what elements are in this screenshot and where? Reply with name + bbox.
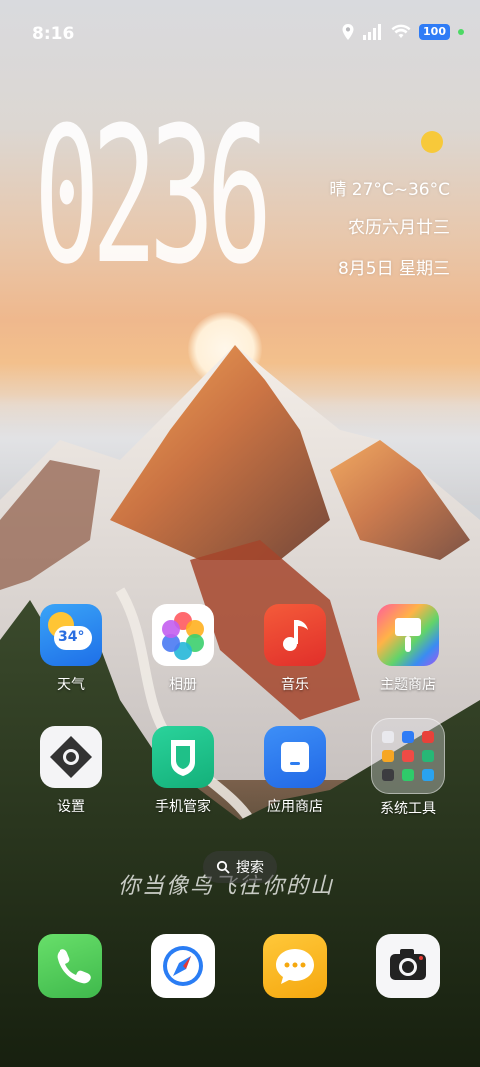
weather-condition-temp[interactable]: 晴 27°C~36°C bbox=[329, 175, 450, 200]
wifi-icon bbox=[391, 24, 411, 38]
dock-browser[interactable] bbox=[138, 934, 228, 998]
app-folder-system-tools[interactable]: 系统工具 bbox=[363, 718, 453, 818]
app-theme-store[interactable]: 主题商店 bbox=[363, 604, 453, 694]
status-time: 8:16 bbox=[32, 24, 75, 44]
app-label: 相册 bbox=[169, 677, 197, 693]
app-label: 应用商店 bbox=[267, 799, 323, 815]
app-store-icon bbox=[264, 726, 326, 788]
weather-icon: 34° bbox=[40, 604, 102, 666]
music-icon bbox=[264, 604, 326, 666]
settings-icon bbox=[40, 726, 102, 788]
app-gallery[interactable]: 相册 bbox=[138, 604, 228, 694]
app-phone-manager[interactable]: 手机管家 bbox=[138, 726, 228, 816]
status-icons: 100 bbox=[341, 23, 464, 41]
dock-phone[interactable] bbox=[25, 934, 115, 998]
system-tools-folder-icon bbox=[371, 718, 445, 794]
search-icon bbox=[216, 860, 230, 874]
app-label: 系统工具 bbox=[380, 801, 436, 817]
phone-manager-icon bbox=[152, 726, 214, 788]
messages-icon bbox=[263, 934, 327, 998]
sunny-icon bbox=[421, 131, 443, 153]
app-music[interactable]: 音乐 bbox=[250, 604, 340, 694]
gallery-icon bbox=[152, 604, 214, 666]
signal-icon bbox=[363, 24, 382, 40]
dock-camera[interactable] bbox=[363, 934, 453, 998]
location-icon bbox=[342, 24, 354, 40]
search-label: 搜索 bbox=[236, 860, 264, 876]
camera-icon bbox=[376, 934, 440, 998]
theme-store-icon bbox=[377, 604, 439, 666]
status-bar: 8:16 100 bbox=[0, 0, 480, 66]
battery-indicator: 100 bbox=[419, 24, 450, 40]
dock-messages[interactable] bbox=[250, 934, 340, 998]
weather-icon-temp: 34° bbox=[58, 629, 85, 645]
app-app-store[interactable]: 应用商店 bbox=[250, 726, 340, 816]
clock-widget-time[interactable]: 0236 bbox=[34, 103, 272, 291]
date-weekday: 8月5日 星期三 bbox=[337, 259, 450, 279]
app-label: 天气 bbox=[57, 677, 85, 693]
app-label: 设置 bbox=[57, 799, 85, 815]
app-settings[interactable]: 设置 bbox=[26, 726, 116, 816]
app-label: 音乐 bbox=[281, 677, 309, 693]
app-weather[interactable]: 34° 天气 bbox=[26, 604, 116, 694]
phone-icon bbox=[38, 934, 102, 998]
browser-icon bbox=[151, 934, 215, 998]
app-label: 主题商店 bbox=[380, 677, 436, 693]
lunar-date: 农历六月廿三 bbox=[348, 218, 450, 238]
search-button[interactable]: 搜索 bbox=[203, 851, 277, 883]
privacy-dot bbox=[458, 29, 464, 35]
app-label: 手机管家 bbox=[155, 799, 211, 815]
